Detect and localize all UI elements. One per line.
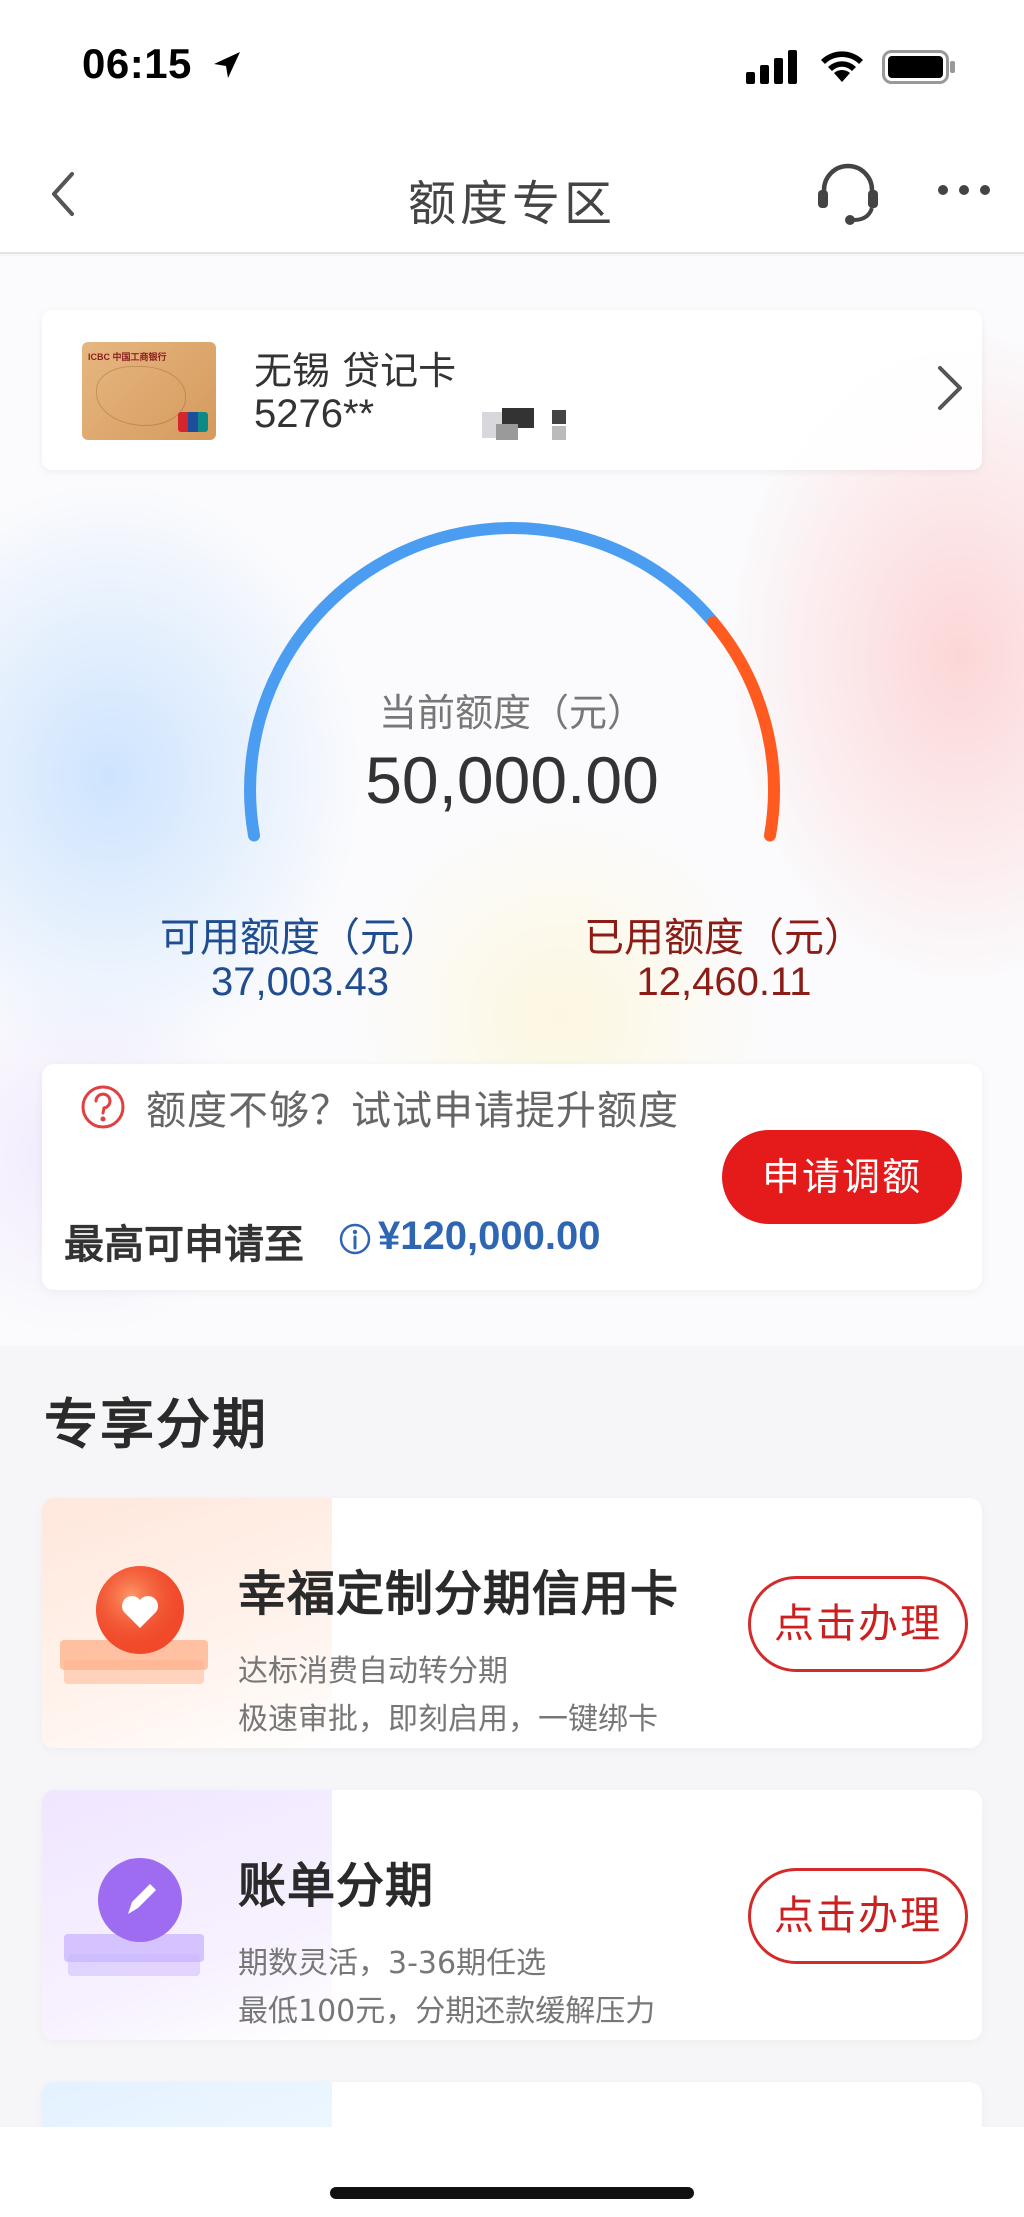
- apply-now-button[interactable]: 点击办理: [748, 1868, 968, 1964]
- limit-increase-prompt: 额度不够？试试申请提升额度: [146, 1088, 679, 1134]
- status-bar: 06:15: [0, 0, 1024, 140]
- limit-increase-card: 额度不够？试试申请提升额度 最高可申请至 ¥120,000.00 申请调额: [42, 1064, 982, 1290]
- offer-card: 幸福定制分期信用卡 达标消费自动转分期 极速审批，即刻启用，一键绑卡 点击办理: [42, 1498, 982, 1748]
- chevron-right-icon: [938, 366, 962, 410]
- offer-subtitle: 最低100元，分期还款缓解压力: [238, 1994, 656, 2029]
- card-number-redaction: [472, 406, 572, 444]
- card-bank-logo: ICBC 中国工商银行: [88, 352, 167, 362]
- home-indicator[interactable]: [330, 2187, 694, 2199]
- max-apply-value: ¥120,000.00: [378, 1214, 601, 1258]
- more-options-icon[interactable]: [936, 182, 992, 198]
- pencil-icon: [64, 1858, 204, 1976]
- offer-title: 账单分期: [238, 1858, 435, 1914]
- apply-now-button[interactable]: 点击办理: [748, 1576, 968, 1672]
- card-number: 5276**: [254, 392, 375, 436]
- info-icon[interactable]: [338, 1222, 372, 1256]
- status-time: 06:15: [82, 40, 192, 87]
- used-limit-value: 12,460.11: [636, 960, 812, 1004]
- location-arrow-icon: [214, 52, 240, 78]
- offer-title: 幸福定制分期信用卡: [238, 1566, 680, 1622]
- home-bar: [0, 2127, 1024, 2217]
- available-limit-value: 37,003.43: [211, 960, 389, 1004]
- max-apply-label: 最高可申请至: [64, 1222, 304, 1268]
- card-selector[interactable]: ICBC 中国工商银行 无锡 贷记卡 5276**: [42, 310, 982, 470]
- current-limit-value: 50,000.00: [365, 743, 659, 817]
- used-limit-label: 已用额度（元）: [584, 915, 864, 961]
- battery-icon: [882, 50, 955, 84]
- question-circle-icon: [81, 1085, 125, 1129]
- heart-icon: [60, 1566, 208, 1684]
- wifi-icon: [821, 51, 863, 82]
- nav-bar: 额度专区: [0, 140, 1024, 254]
- card-name: 无锡 贷记卡: [254, 349, 457, 393]
- cellular-signal-icon: [746, 50, 797, 84]
- section-title: 专享分期: [44, 1393, 268, 1456]
- offer-subtitle: 期数灵活，3-36期任选: [238, 1946, 547, 1981]
- offer-card: 账单分期 期数灵活，3-36期任选 最低100元，分期还款缓解压力 点击办理: [42, 1790, 982, 2040]
- unionpay-logo: [178, 412, 208, 432]
- current-limit-label: 当前额度（元）: [378, 691, 645, 735]
- customer-service-icon[interactable]: [812, 156, 884, 228]
- apply-adjustment-button[interactable]: 申请调额: [722, 1130, 962, 1224]
- available-limit-label: 可用额度（元）: [160, 915, 440, 961]
- offer-subtitle: 达标消费自动转分期: [238, 1654, 508, 1689]
- offer-subtitle: 极速审批，即刻启用，一键绑卡: [238, 1702, 658, 1737]
- credit-card-thumbnail: ICBC 中国工商银行: [82, 342, 216, 440]
- card-map-pattern: [96, 366, 186, 426]
